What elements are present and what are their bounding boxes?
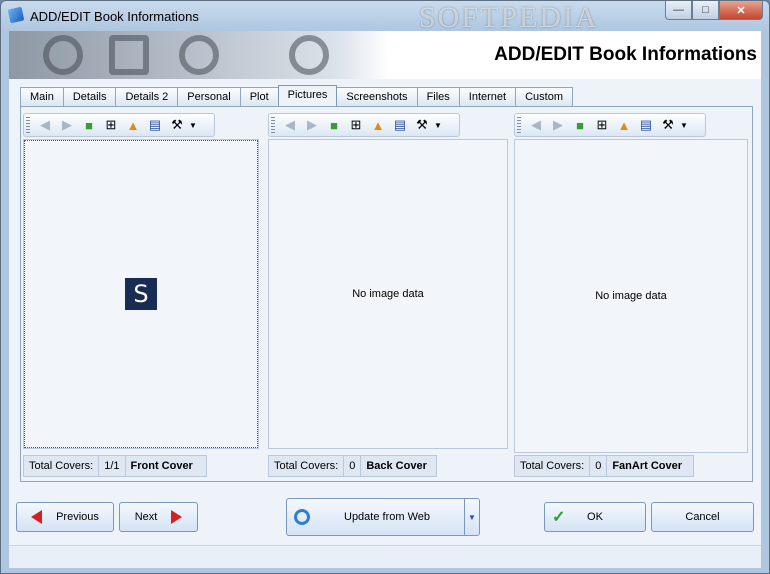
tab-details-2[interactable]: Details 2 <box>115 87 179 106</box>
tab-strip: Main Details Details 2 Personal Plot Pic… <box>20 85 574 107</box>
total-covers-label: Total Covers: <box>515 456 591 476</box>
minimize-button[interactable]: — <box>665 1 692 20</box>
film-strip-icon <box>109 35 149 75</box>
softpedia-logo: S <box>125 278 157 310</box>
total-covers-label: Total Covers: <box>24 456 100 476</box>
tab-main[interactable]: Main <box>20 87 64 106</box>
cover-count: 0 <box>344 456 362 476</box>
cancel-button[interactable]: Cancel <box>651 502 754 532</box>
add-list-icon[interactable]: ⊞ <box>100 115 122 135</box>
next-button[interactable]: Next <box>119 502 198 532</box>
back-cover-panel: ◀ ▶ ■ ⊞ ▲ ▤ ⚒ ▼ No image data Total Cove… <box>268 113 508 477</box>
window-title: ADD/EDIT Book Informations <box>30 9 199 24</box>
tab-internet[interactable]: Internet <box>458 87 517 106</box>
arrow-right-icon <box>171 510 183 524</box>
dropdown-arrow-icon[interactable]: ▼ <box>679 115 689 135</box>
checkmark-icon: ✓ <box>552 509 566 526</box>
add-list-icon[interactable]: ⊞ <box>591 115 613 135</box>
film-reel-icon <box>289 35 329 75</box>
update-dropdown-arrow-icon[interactable]: ▼ <box>464 499 479 535</box>
pictures-tab-page: ◀ ▶ ■ ⊞ ▲ ▤ ⚒ ▼ S Total Covers: 1/1 Fron… <box>20 106 753 482</box>
book-icon <box>7 6 25 24</box>
cover-name: Front Cover <box>130 460 193 472</box>
film-strip-icon[interactable]: ▤ <box>144 115 166 135</box>
fanart-cover-image[interactable]: No image data <box>514 139 748 453</box>
tab-personal[interactable]: Personal <box>177 87 241 106</box>
dropdown-arrow-icon[interactable]: ▼ <box>433 115 443 135</box>
film-strip-icon[interactable]: ▤ <box>635 115 657 135</box>
toolbar-grip[interactable] <box>26 117 30 133</box>
previous-label: Previous <box>56 511 99 523</box>
ok-label: OK <box>587 511 603 523</box>
arrow-left-icon[interactable]: ◀ <box>525 115 547 135</box>
update-from-web-button[interactable]: Update from Web ▼ <box>286 498 480 536</box>
arrow-left-icon <box>31 510 43 524</box>
film-strip-icon[interactable]: ▤ <box>389 115 411 135</box>
magnifier-icon <box>294 509 310 525</box>
no-image-text: No image data <box>595 290 667 302</box>
cover-name: Back Cover <box>366 460 427 472</box>
arrow-left-icon[interactable]: ◀ <box>34 115 56 135</box>
fanart-cover-toolbar: ◀ ▶ ■ ⊞ ▲ ▤ ⚒ ▼ <box>514 113 706 137</box>
update-label: Update from Web <box>344 511 431 523</box>
no-image-text: No image data <box>352 288 424 300</box>
fanart-cover-panel: ◀ ▶ ■ ⊞ ▲ ▤ ⚒ ▼ No image data Total Cove… <box>514 113 748 477</box>
total-covers-label: Total Covers: <box>269 456 345 476</box>
next-label: Next <box>134 511 158 523</box>
open-folder-icon[interactable]: ▲ <box>367 115 389 135</box>
tab-pictures[interactable]: Pictures <box>277 85 338 106</box>
toolbar-grip[interactable] <box>517 117 521 133</box>
image-icon[interactable]: ■ <box>323 115 345 135</box>
toolbar-grip[interactable] <box>271 117 275 133</box>
arrow-right-icon[interactable]: ▶ <box>547 115 569 135</box>
film-reel-icon <box>179 35 219 75</box>
tab-screenshots[interactable]: Screenshots <box>336 87 418 106</box>
add-list-icon[interactable]: ⊞ <box>345 115 367 135</box>
tab-plot[interactable]: Plot <box>239 87 279 106</box>
cancel-label: Cancel <box>685 511 720 523</box>
front-cover-toolbar: ◀ ▶ ■ ⊞ ▲ ▤ ⚒ ▼ <box>23 113 215 137</box>
open-folder-icon[interactable]: ▲ <box>613 115 635 135</box>
back-cover-image[interactable]: No image data <box>268 139 508 449</box>
wrench-icon[interactable]: ⚒ <box>411 115 433 135</box>
dialog-client: ADD/EDIT Book Informations Main Details … <box>9 31 761 568</box>
film-reel-icon <box>43 35 83 75</box>
front-cover-panel: ◀ ▶ ■ ⊞ ▲ ▤ ⚒ ▼ S Total Covers: 1/1 Fron… <box>23 113 259 477</box>
softpedia-watermark: SOFTPEDIA <box>419 1 599 34</box>
cover-count: 1/1 <box>99 456 126 476</box>
maximize-button[interactable]: □ <box>692 1 719 20</box>
title-bar[interactable]: ADD/EDIT Book Informations SOFTPEDIA — □… <box>1 1 769 34</box>
cover-name: FanArt Cover <box>612 460 683 472</box>
fanart-cover-status: Total Covers: 0 FanArt Cover <box>514 455 694 477</box>
tab-custom[interactable]: Custom <box>515 87 574 106</box>
image-icon[interactable]: ■ <box>78 115 100 135</box>
open-folder-icon[interactable]: ▲ <box>122 115 144 135</box>
status-strip <box>9 545 761 568</box>
cover-count: 0 <box>590 456 608 476</box>
ok-button[interactable]: ✓ OK <box>544 502 646 532</box>
wrench-icon[interactable]: ⚒ <box>166 115 188 135</box>
header-banner: ADD/EDIT Book Informations <box>9 31 761 79</box>
wrench-icon[interactable]: ⚒ <box>657 115 679 135</box>
header-title: ADD/EDIT Book Informations <box>494 44 757 65</box>
front-cover-status: Total Covers: 1/1 Front Cover <box>23 455 207 477</box>
dropdown-arrow-icon[interactable]: ▼ <box>188 115 198 135</box>
back-cover-status: Total Covers: 0 Back Cover <box>268 455 437 477</box>
close-button[interactable]: ✕ <box>719 1 763 20</box>
previous-button[interactable]: Previous <box>16 502 114 532</box>
front-cover-image[interactable]: S <box>23 139 259 449</box>
tab-details[interactable]: Details <box>62 87 117 106</box>
tab-files[interactable]: Files <box>416 87 460 106</box>
back-cover-toolbar: ◀ ▶ ■ ⊞ ▲ ▤ ⚒ ▼ <box>268 113 460 137</box>
arrow-right-icon[interactable]: ▶ <box>301 115 323 135</box>
arrow-right-icon[interactable]: ▶ <box>56 115 78 135</box>
dialog-window: ADD/EDIT Book Informations SOFTPEDIA — □… <box>0 0 770 574</box>
arrow-left-icon[interactable]: ◀ <box>279 115 301 135</box>
image-icon[interactable]: ■ <box>569 115 591 135</box>
